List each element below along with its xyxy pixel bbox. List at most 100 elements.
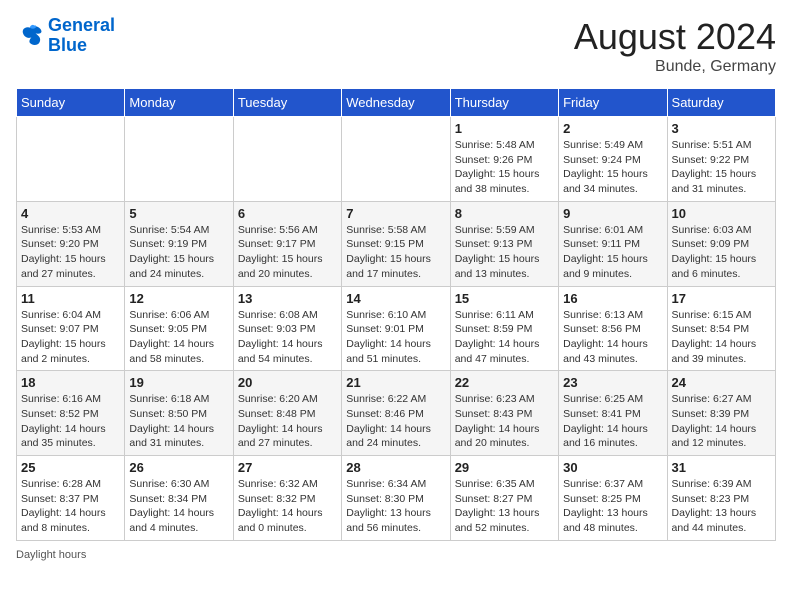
day-number: 24 xyxy=(672,375,771,390)
day-number: 23 xyxy=(563,375,662,390)
location: Bunde, Germany xyxy=(574,58,776,76)
calendar-cell: 22Sunrise: 6:23 AM Sunset: 8:43 PM Dayli… xyxy=(450,371,558,456)
calendar-week-row: 25 Sunrise: 6:28 AM Sunset: 8:37 PM Dayli… xyxy=(17,456,776,541)
day-info: Sunrise: 5:54 AM Sunset: 9:19 PM Dayligh… xyxy=(129,223,228,282)
calendar-header-row: SundayMondayTuesdayWednesdayThursdayFrid… xyxy=(17,89,776,117)
day-number: 1 xyxy=(455,121,554,136)
day-number: 8 xyxy=(455,206,554,221)
calendar-cell: 11 Sunrise: 6:04 AM Sunset: 9:07 PM Dayli… xyxy=(17,286,125,371)
day-info: Sunrise: 6:27 AM Sunset: 8:39 PM Dayligh… xyxy=(672,392,771,451)
day-number: 4 xyxy=(21,206,120,221)
day-number: 3 xyxy=(672,121,771,136)
day-number: 28 xyxy=(346,460,445,475)
calendar-cell: 9 Sunrise: 6:01 AM Sunset: 9:11 PM Daylig… xyxy=(559,201,667,286)
calendar-cell: 31Sunrise: 6:39 AM Sunset: 8:23 PM Dayli… xyxy=(667,456,775,541)
calendar-cell: 7 Sunrise: 5:58 AM Sunset: 9:15 PM Daylig… xyxy=(342,201,450,286)
day-number: 29 xyxy=(455,460,554,475)
day-info: Sunrise: 6:20 AM Sunset: 8:48 PM Dayligh… xyxy=(238,392,337,451)
day-info: Sunrise: 6:16 AM Sunset: 8:52 PM Dayligh… xyxy=(21,392,120,451)
day-info: Sunrise: 6:32 AM Sunset: 8:32 PM Dayligh… xyxy=(238,477,337,536)
day-info: Sunrise: 6:06 AM Sunset: 9:05 PM Dayligh… xyxy=(129,308,228,367)
day-info: Sunrise: 6:15 AM Sunset: 8:54 PM Dayligh… xyxy=(672,308,771,367)
logo-bird-icon xyxy=(16,22,44,50)
day-number: 16 xyxy=(563,291,662,306)
day-info: Sunrise: 6:22 AM Sunset: 8:46 PM Dayligh… xyxy=(346,392,445,451)
calendar-cell: 19 Sunrise: 6:18 AM Sunset: 8:50 PM Dayli… xyxy=(125,371,233,456)
day-info: Sunrise: 5:59 AM Sunset: 9:13 PM Dayligh… xyxy=(455,223,554,282)
day-number: 12 xyxy=(129,291,228,306)
day-number: 20 xyxy=(238,375,337,390)
day-number: 7 xyxy=(346,206,445,221)
calendar-cell: 4 Sunrise: 5:53 AM Sunset: 9:20 PM Daylig… xyxy=(17,201,125,286)
calendar-cell: 13Sunrise: 6:08 AM Sunset: 9:03 PM Dayli… xyxy=(233,286,341,371)
day-number: 30 xyxy=(563,460,662,475)
calendar-cell: 14Sunrise: 6:10 AM Sunset: 9:01 PM Dayli… xyxy=(342,286,450,371)
calendar-cell: 21 Sunrise: 6:22 AM Sunset: 8:46 PM Dayli… xyxy=(342,371,450,456)
day-info: Sunrise: 6:03 AM Sunset: 9:09 PM Dayligh… xyxy=(672,223,771,282)
day-info: Sunrise: 6:18 AM Sunset: 8:50 PM Dayligh… xyxy=(129,392,228,451)
calendar-day-header: Thursday xyxy=(450,89,558,117)
day-number: 9 xyxy=(563,206,662,221)
day-number: 11 xyxy=(21,291,120,306)
day-info: Sunrise: 6:01 AM Sunset: 9:11 PM Dayligh… xyxy=(563,223,662,282)
calendar-cell: 6 Sunrise: 5:56 AM Sunset: 9:17 PM Daylig… xyxy=(233,201,341,286)
calendar-cell: 24 Sunrise: 6:27 AM Sunset: 8:39 PM Dayli… xyxy=(667,371,775,456)
calendar-cell: 8 Sunrise: 5:59 AM Sunset: 9:13 PM Daylig… xyxy=(450,201,558,286)
calendar-cell: 17Sunrise: 6:15 AM Sunset: 8:54 PM Dayli… xyxy=(667,286,775,371)
day-number: 2 xyxy=(563,121,662,136)
day-number: 6 xyxy=(238,206,337,221)
calendar-cell: 12 Sunrise: 6:06 AM Sunset: 9:05 PM Dayli… xyxy=(125,286,233,371)
day-number: 25 xyxy=(21,460,120,475)
footer: Daylight hours xyxy=(16,549,776,561)
calendar-cell: 30 Sunrise: 6:37 AM Sunset: 8:25 PM Dayli… xyxy=(559,456,667,541)
day-number: 19 xyxy=(129,375,228,390)
calendar-cell: 18 Sunrise: 6:16 AM Sunset: 8:52 PM Dayli… xyxy=(17,371,125,456)
calendar-day-header: Friday xyxy=(559,89,667,117)
page-header: General Blue August 2024 Bunde, Germany xyxy=(16,16,776,76)
day-number: 18 xyxy=(21,375,120,390)
calendar-cell xyxy=(125,117,233,202)
calendar-cell: 27 Sunrise: 6:32 AM Sunset: 8:32 PM Dayli… xyxy=(233,456,341,541)
calendar-table: SundayMondayTuesdayWednesdayThursdayFrid… xyxy=(16,88,776,541)
day-info: Sunrise: 6:37 AM Sunset: 8:25 PM Dayligh… xyxy=(563,477,662,536)
day-number: 14 xyxy=(346,291,445,306)
calendar-day-header: Wednesday xyxy=(342,89,450,117)
day-info: Sunrise: 6:35 AM Sunset: 8:27 PM Dayligh… xyxy=(455,477,554,536)
calendar-day-header: Tuesday xyxy=(233,89,341,117)
day-number: 22 xyxy=(455,375,554,390)
calendar-cell: 23 Sunrise: 6:25 AM Sunset: 8:41 PM Dayli… xyxy=(559,371,667,456)
calendar-cell: 25 Sunrise: 6:28 AM Sunset: 8:37 PM Dayli… xyxy=(17,456,125,541)
day-info: Sunrise: 5:51 AM Sunset: 9:22 PM Dayligh… xyxy=(672,138,771,197)
day-number: 27 xyxy=(238,460,337,475)
calendar-cell: 26 Sunrise: 6:30 AM Sunset: 8:34 PM Dayli… xyxy=(125,456,233,541)
calendar-cell: 10 Sunrise: 6:03 AM Sunset: 9:09 PM Dayli… xyxy=(667,201,775,286)
day-info: Sunrise: 5:48 AM Sunset: 9:26 PM Dayligh… xyxy=(455,138,554,197)
calendar-cell: 1 Sunrise: 5:48 AM Sunset: 9:26 PM Daylig… xyxy=(450,117,558,202)
day-info: Sunrise: 6:11 AM Sunset: 8:59 PM Dayligh… xyxy=(455,308,554,367)
day-number: 5 xyxy=(129,206,228,221)
day-info: Sunrise: 5:56 AM Sunset: 9:17 PM Dayligh… xyxy=(238,223,337,282)
calendar-cell: 29 Sunrise: 6:35 AM Sunset: 8:27 PM Dayli… xyxy=(450,456,558,541)
day-number: 26 xyxy=(129,460,228,475)
day-info: Sunrise: 5:49 AM Sunset: 9:24 PM Dayligh… xyxy=(563,138,662,197)
calendar-day-header: Sunday xyxy=(17,89,125,117)
day-info: Sunrise: 5:53 AM Sunset: 9:20 PM Dayligh… xyxy=(21,223,120,282)
day-number: 13 xyxy=(238,291,337,306)
day-info: Sunrise: 6:04 AM Sunset: 9:07 PM Dayligh… xyxy=(21,308,120,367)
day-number: 10 xyxy=(672,206,771,221)
calendar-cell: 16 Sunrise: 6:13 AM Sunset: 8:56 PM Dayli… xyxy=(559,286,667,371)
calendar-cell xyxy=(17,117,125,202)
calendar-week-row: 1 Sunrise: 5:48 AM Sunset: 9:26 PM Daylig… xyxy=(17,117,776,202)
day-info: Sunrise: 6:13 AM Sunset: 8:56 PM Dayligh… xyxy=(563,308,662,367)
calendar-week-row: 4 Sunrise: 5:53 AM Sunset: 9:20 PM Daylig… xyxy=(17,201,776,286)
calendar-cell xyxy=(233,117,341,202)
title-block: August 2024 Bunde, Germany xyxy=(574,16,776,76)
day-number: 21 xyxy=(346,375,445,390)
calendar-cell: 15Sunrise: 6:11 AM Sunset: 8:59 PM Dayli… xyxy=(450,286,558,371)
day-info: Sunrise: 5:58 AM Sunset: 9:15 PM Dayligh… xyxy=(346,223,445,282)
logo-text: General Blue xyxy=(48,16,115,56)
day-info: Sunrise: 6:25 AM Sunset: 8:41 PM Dayligh… xyxy=(563,392,662,451)
day-number: 31 xyxy=(672,460,771,475)
day-info: Sunrise: 6:28 AM Sunset: 8:37 PM Dayligh… xyxy=(21,477,120,536)
day-info: Sunrise: 6:30 AM Sunset: 8:34 PM Dayligh… xyxy=(129,477,228,536)
